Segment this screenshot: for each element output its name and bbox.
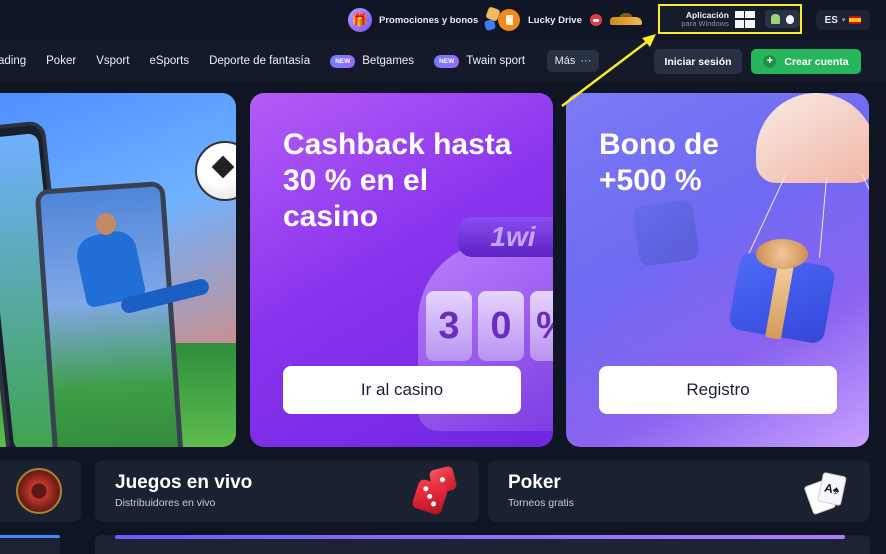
sports-banner[interactable] [0, 93, 236, 447]
roulette-category-card[interactable] [0, 460, 81, 522]
new-badge: NEW [434, 54, 460, 68]
nav-item-betgames[interactable]: NEW Betgames [330, 54, 415, 68]
lucky-drive-link[interactable]: Lucky Drive [498, 8, 642, 32]
nav-item-trading[interactable]: ading [0, 55, 26, 67]
nav-item-twain-sport[interactable]: NEW Twain sport [434, 54, 526, 68]
casino-banner-title: Cashback hasta 30 % en el casino [283, 128, 512, 233]
promotions-label: Promociones y bonos [379, 14, 479, 26]
nav-item-label: Twain sport [466, 55, 526, 67]
chevron-down-icon: ▾ [841, 17, 846, 24]
nav-item-fantasy-sport[interactable]: Deporte de fantasía [209, 55, 310, 67]
nav-items: ading Poker Vsport eSports Deporte de fa… [0, 40, 545, 82]
spain-flag-icon [849, 16, 862, 24]
category-strip-left [0, 535, 60, 554]
poker-title: Poker [508, 472, 561, 493]
lucky-drive-label: Lucky Drive [528, 14, 582, 26]
apple-icon[interactable] [785, 14, 794, 24]
more-menu-button[interactable]: Más ··· [547, 50, 599, 72]
car-icon [609, 13, 642, 27]
gift-icon: 🎁 [348, 8, 372, 32]
go-to-casino-button[interactable]: Ir al casino [283, 366, 521, 414]
nav-item-vsport[interactable]: Vsport [96, 55, 129, 67]
more-dots-icon: ··· [580, 55, 592, 67]
football-icon [195, 141, 236, 201]
signup-button[interactable]: + Crear cuenta [751, 49, 861, 74]
poker-subtitle: Torneos gratis [508, 497, 574, 509]
top-bar: 🎁 Promociones y bonos Lucky Drive Aplica… [0, 0, 886, 40]
slot-reel: 0 [478, 291, 524, 361]
casino-cashback-banner[interactable]: 1wi 3 0 % Cashback hasta 30 % en el casi… [250, 93, 553, 447]
nav-item-esports[interactable]: eSports [149, 55, 189, 67]
language-code: ES [824, 14, 838, 26]
roulette-icon [16, 468, 62, 514]
signup-label: Crear cuenta [784, 55, 849, 68]
nav-item-label: Betgames [362, 55, 415, 67]
nav-item-label: ading [0, 55, 27, 67]
live-games-title: Juegos en vivo [115, 472, 253, 493]
nav-item-poker[interactable]: Poker [46, 55, 76, 67]
gift-box-art [726, 233, 837, 345]
android-icon[interactable] [770, 14, 780, 24]
live-games-subtitle: Distribuidores en vivo [115, 497, 216, 509]
slot-reel: 3 [426, 291, 472, 361]
nav-item-label: Vsport [96, 55, 130, 67]
nav-item-label: eSports [149, 55, 190, 67]
more-label: Más [554, 55, 576, 67]
welcome-bonus-banner[interactable]: Bono de +500 % Registro [566, 93, 869, 447]
nav-item-label: Poker [46, 55, 77, 67]
plus-icon: + [763, 55, 777, 68]
windows-icon[interactable] [734, 10, 755, 28]
language-selector[interactable]: ES ▾ [816, 10, 870, 30]
new-badge: NEW [330, 54, 356, 68]
app-download[interactable]: Aplicación para Windows [658, 4, 802, 34]
bonus-banner-title: Bono de +500 % [599, 128, 719, 197]
mobile-apps-pill [764, 10, 800, 28]
poker-card[interactable]: Poker Torneos gratis A♠ [488, 460, 870, 522]
promotions-link[interactable]: 🎁 Promociones y bonos [348, 6, 501, 32]
live-indicator-icon [589, 14, 602, 26]
nav-item-label: Deporte de fantasía [209, 55, 311, 67]
app-subtitle: para Windows [681, 18, 729, 28]
parachute-art [756, 93, 869, 183]
ace-card-glyph: A♠ [817, 471, 847, 507]
register-button[interactable]: Registro [599, 366, 837, 414]
bookmark-icon [498, 9, 520, 31]
player-head-art [96, 213, 116, 235]
category-strip-main [95, 535, 870, 554]
slot-reel: % [530, 291, 553, 361]
live-games-card[interactable]: Juegos en vivo Distribuidores en vivo [95, 460, 479, 522]
app-download-text: Aplicación para Windows [668, 10, 729, 28]
gift-art-background [632, 199, 700, 267]
login-button[interactable]: Iniciar sesión [654, 49, 742, 74]
playing-cards-icon: A♠ [803, 471, 848, 516]
